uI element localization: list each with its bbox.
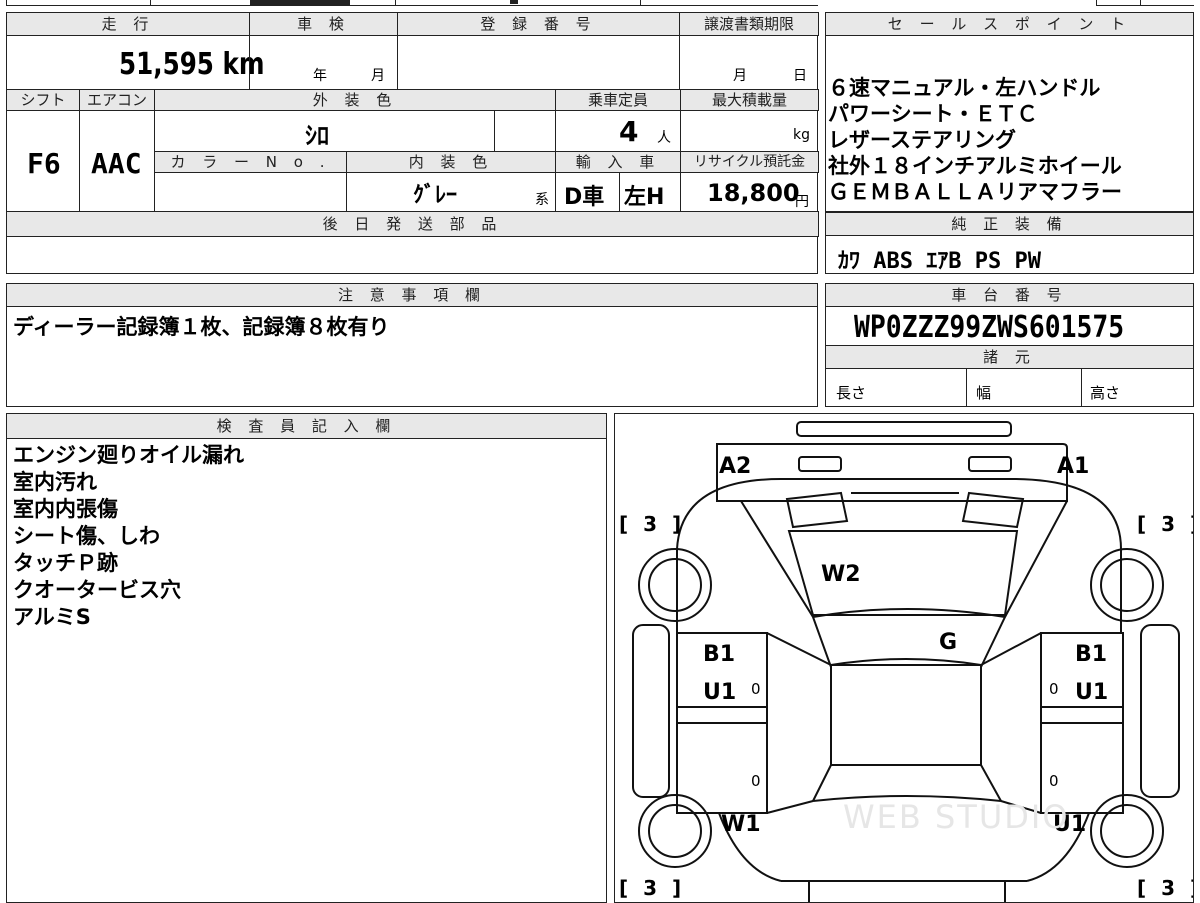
- inspector-line: タッチＰ跡: [13, 551, 118, 575]
- capacity-header: 乗車定員: [555, 89, 681, 111]
- inspector-header: 検 査 員 記 入 欄: [6, 413, 607, 439]
- load-unit: kg: [793, 127, 810, 143]
- ext-color-value: ｼﾛ: [305, 122, 329, 150]
- tire-bracket-rear-left: [ 3 ]: [619, 876, 686, 900]
- capacity-value: 4: [619, 115, 639, 148]
- zero-marker: 0: [751, 772, 761, 790]
- specs-header: 諸 元: [825, 345, 1194, 369]
- shaken-month-label: 月: [371, 68, 385, 84]
- inspector-line: クオータービス穴: [13, 578, 181, 602]
- inspector-line: シート傷、しわ: [13, 524, 160, 548]
- label-u1-right: U1: [1075, 680, 1109, 705]
- zero-marker: 0: [1049, 680, 1059, 698]
- shift-value: F6: [27, 147, 61, 180]
- sales-point-line: パワーシート・ＥＴＣ: [828, 102, 1038, 126]
- spec-width-label: 幅: [976, 384, 992, 402]
- label-u1-left: U1: [703, 680, 737, 705]
- import-d-value: D車: [564, 185, 605, 210]
- spec-length-label: 長さ: [836, 384, 867, 402]
- deadline-day-label: 日: [793, 68, 807, 84]
- zero-marker: 0: [751, 680, 761, 698]
- mileage-header: 走 行: [6, 12, 250, 36]
- recycle-header: リサイクル預託金: [680, 151, 819, 173]
- sales-point-line: ＧＥＭＢＡＬＬＡリアマフラー: [828, 180, 1122, 204]
- max-load-header: 最大積載量: [680, 89, 819, 111]
- sales-point-line: ６速マニュアル・左ハンドル: [828, 76, 1101, 100]
- top-cutoff-row: [0, 0, 1200, 8]
- reg-no-header: 登 録 番 号: [397, 12, 680, 36]
- color-no-header: カ ラ ー N o .: [154, 151, 347, 173]
- inspector-line: 室内汚れ: [13, 470, 97, 494]
- watermark: WEB STUDIO: [843, 798, 1070, 836]
- shift-header: シフト: [6, 89, 80, 111]
- shaken-year-label: 年: [313, 68, 327, 84]
- chassis-panel: 車 台 番 号 WP0ZZZ99ZWS601575 諸 元 長さ 幅 高さ: [825, 283, 1194, 407]
- vehicle-info-grid: 走 行 車 検 登 録 番 号 譲渡書類期限 51,595 km 年 月 月 日…: [6, 12, 819, 274]
- inspector-line: エンジン廻りオイル漏れ: [13, 443, 244, 467]
- sales-points-panel: セ ー ル ス ポ イ ン ト ６速マニュアル・左ハンドル パワーシート・ＥＴＣ…: [825, 12, 1194, 212]
- label-a1: A1: [1057, 454, 1090, 479]
- car-damage-diagram: A2 A1 W2 G B1 U1 B1 U1 W1 U1 [ 3 ] [ 3 ]…: [614, 413, 1194, 903]
- int-color-value: ｸﾞﾚｰ: [413, 183, 458, 208]
- later-parts-value: [7, 237, 817, 273]
- tire-bracket-front-right: [ 3 ]: [1137, 512, 1193, 536]
- equipment-value: ｶﾜ ABS ｴｱB PS PW: [838, 249, 1041, 274]
- inspector-notes: エンジン廻りオイル漏れ 室内汚れ 室内内張傷 シート傷、しわ タッチＰ跡 クオー…: [13, 442, 244, 631]
- inspector-line: アルミS: [13, 605, 91, 629]
- equipment-header: 純 正 装 備: [825, 212, 1194, 236]
- label-b1-left: B1: [703, 642, 736, 667]
- deadline-month-label: 月: [733, 68, 747, 84]
- chassis-number: WP0ZZZ99ZWS601575: [854, 310, 1125, 345]
- notes-value: ディーラー記録簿１枚、記録簿８枚有り: [13, 315, 390, 339]
- spec-height-label: 高さ: [1090, 384, 1121, 402]
- deadline-header: 譲渡書類期限: [679, 12, 819, 36]
- inspector-line: 室内内張傷: [13, 497, 118, 521]
- notes-panel: 注 意 事 項 欄 ディーラー記録簿１枚、記録簿８枚有り: [6, 283, 818, 407]
- aircon-value: AAC: [91, 147, 142, 180]
- label-a2: A2: [719, 454, 752, 479]
- mileage-value: 51,595 km: [119, 47, 265, 82]
- later-parts-header: 後 日 発 送 部 品: [6, 211, 819, 237]
- tire-bracket-front-left: [ 3 ]: [619, 512, 686, 536]
- notes-header: 注 意 事 項 欄: [6, 283, 818, 307]
- sales-points-header: セ ー ル ス ポ イ ン ト: [825, 12, 1194, 36]
- int-color-header: 内 装 色: [346, 151, 556, 173]
- equipment-panel: 純 正 装 備 ｶﾜ ABS ｴｱB PS PW: [825, 212, 1194, 274]
- sales-point-line: 社外１８インチアルミホイール: [828, 154, 1122, 178]
- import-handle-value: 左H: [624, 185, 665, 210]
- label-g: G: [939, 630, 958, 655]
- sales-point-line: レザーステアリング: [828, 128, 1016, 152]
- label-w2: W2: [821, 562, 861, 587]
- shaken-header: 車 検: [249, 12, 398, 36]
- label-b1-right: B1: [1075, 642, 1108, 667]
- ext-color-header: 外 装 色: [154, 89, 556, 111]
- recycle-unit: 円: [795, 194, 809, 210]
- inspector-panel: 検 査 員 記 入 欄 エンジン廻りオイル漏れ 室内汚れ 室内内張傷 シート傷、…: [6, 413, 607, 903]
- sales-points-list: ６速マニュアル・左ハンドル パワーシート・ＥＴＣ レザーステアリング 社外１８イ…: [828, 75, 1192, 205]
- tire-bracket-rear-right: [ 3 ]: [1137, 876, 1193, 900]
- aircon-header: エアコン: [79, 89, 155, 111]
- recycle-amount: 18,800: [707, 179, 800, 207]
- capacity-unit: 人: [657, 130, 671, 146]
- import-header: 輸 入 車: [555, 151, 681, 173]
- label-w1: W1: [721, 812, 761, 837]
- chassis-header: 車 台 番 号: [825, 283, 1194, 307]
- int-color-suffix: 系: [535, 192, 549, 208]
- zero-marker: 0: [1049, 772, 1059, 790]
